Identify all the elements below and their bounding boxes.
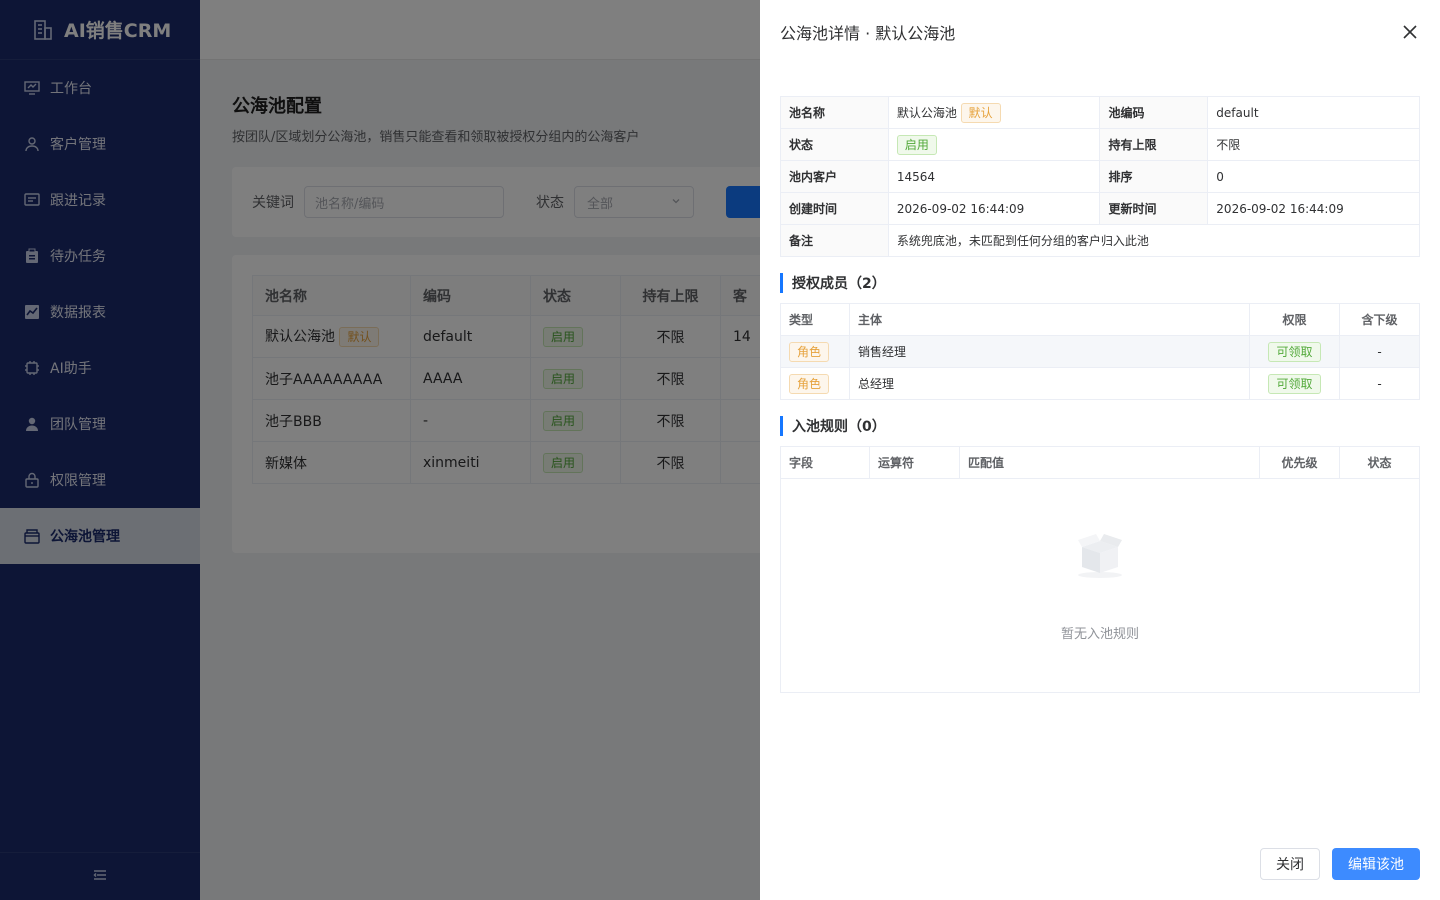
- col-header-include-sub: 含下级: [1339, 303, 1420, 336]
- empty-box-icon: [1074, 529, 1126, 585]
- edit-pool-button[interactable]: 编辑该池: [1332, 848, 1420, 880]
- close-button[interactable]: 关闭: [1260, 848, 1320, 880]
- drawer-header: 公海池详情 · 默认公海池: [760, 0, 1440, 64]
- table-row[interactable]: 角色 总经理 可领取 -: [780, 367, 1420, 400]
- info-pool-code: default: [1207, 96, 1420, 129]
- drawer-title: 公海池详情 · 默认公海池: [780, 24, 956, 43]
- rules-table: 字段 运算符 匹配值 优先级 状态: [780, 446, 1420, 479]
- empty-text: 暂无入池规则: [1060, 627, 1139, 642]
- table-row[interactable]: 角色 销售经理 可领取 -: [780, 335, 1420, 368]
- info-created-time: 2026-09-02 16:44:09: [887, 192, 1101, 225]
- col-header-rule-status: 状态: [1339, 446, 1420, 479]
- rules-section-title: 入池规则（0）: [780, 416, 1420, 436]
- permission-badge: 可领取: [1268, 373, 1321, 394]
- permission-badge: 可领取: [1268, 341, 1321, 362]
- info-label: 池编码: [1099, 96, 1209, 129]
- rules-empty-state: 暂无入池规则: [780, 479, 1420, 693]
- members-table: 类型 主体 权限 含下级 角色 销售经理 可领取 - 角色 总经理 可领取 -: [780, 303, 1420, 400]
- members-section-title: 授权成员（2）: [780, 273, 1420, 293]
- member-subject: 销售经理: [849, 335, 1250, 368]
- info-label: 创建时间: [780, 192, 889, 225]
- drawer-footer: 关闭 编辑该池: [1260, 848, 1420, 880]
- info-customers: 14564: [887, 160, 1101, 193]
- include-sub-value: -: [1339, 367, 1420, 400]
- info-label: 更新时间: [1099, 192, 1209, 225]
- info-label: 持有上限: [1099, 128, 1209, 161]
- col-header-subject: 主体: [849, 303, 1250, 336]
- close-icon[interactable]: [1400, 22, 1420, 42]
- info-label: 池内客户: [780, 160, 889, 193]
- info-label: 排序: [1099, 160, 1209, 193]
- info-updated-time: 2026-09-02 16:44:09: [1207, 192, 1420, 225]
- col-header-type: 类型: [780, 303, 850, 336]
- pool-info-table: 池名称 默认公海池 默认 池编码 default 状态 启用 持有上限 不限 池…: [780, 96, 1421, 257]
- col-header-permission: 权限: [1249, 303, 1340, 336]
- default-badge: 默认: [960, 102, 1001, 123]
- member-subject: 总经理: [849, 367, 1250, 400]
- info-pool-name: 默认公海池: [896, 105, 957, 120]
- type-badge: 角色: [789, 373, 830, 394]
- info-limit: 不限: [1207, 128, 1420, 161]
- info-label: 状态: [780, 128, 889, 161]
- info-sort: 0: [1207, 160, 1420, 193]
- info-remark: 系统兜底池，未匹配到任何分组的客户归入此池: [887, 224, 1421, 257]
- status-badge: 启用: [896, 134, 937, 155]
- include-sub-value: -: [1339, 335, 1420, 368]
- col-header-match-value: 匹配值: [959, 446, 1260, 479]
- col-header-priority: 优先级: [1259, 446, 1340, 479]
- info-label: 池名称: [780, 96, 889, 129]
- info-label: 备注: [780, 224, 889, 257]
- col-header-field: 字段: [780, 446, 870, 479]
- col-header-operator: 运算符: [869, 446, 960, 479]
- pool-detail-drawer: 公海池详情 · 默认公海池 池名称 默认公海池 默认 池编码 default 状…: [760, 0, 1440, 900]
- drawer-body: 池名称 默认公海池 默认 池编码 default 状态 启用 持有上限 不限 池…: [760, 64, 1440, 693]
- type-badge: 角色: [789, 341, 830, 362]
